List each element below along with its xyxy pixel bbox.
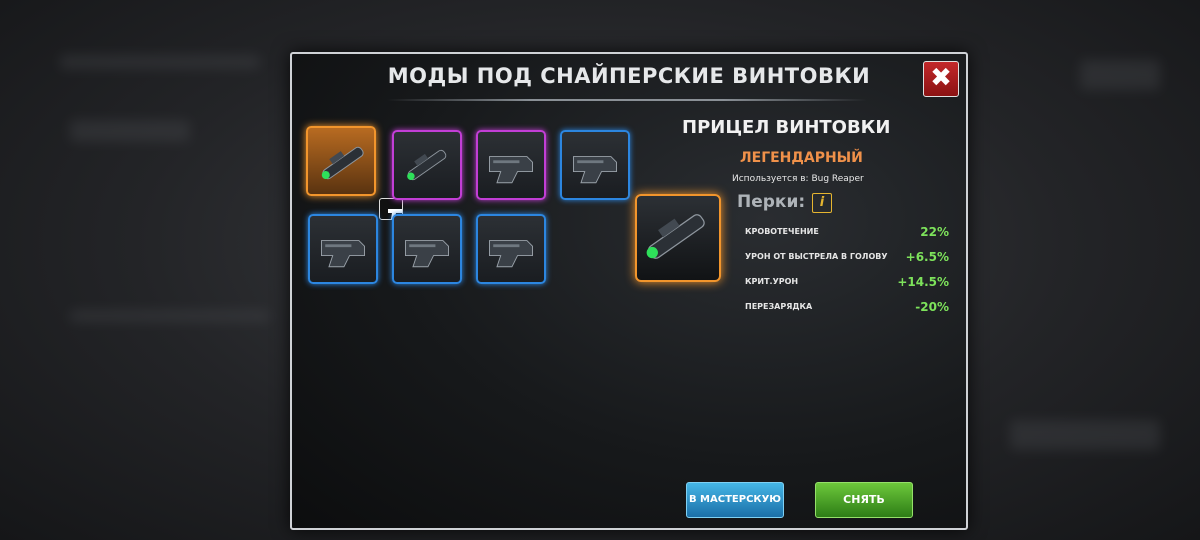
perk-label: КРОВОТЕЧЕНИЕ (745, 227, 819, 236)
background-blur (60, 55, 260, 69)
remove-button[interactable]: СНЯТЬ (815, 482, 913, 518)
mod-slot-5[interactable] (308, 214, 378, 284)
used-in-text: Используется в: Bug Reaper (732, 174, 864, 184)
workshop-button[interactable]: В МАСТЕРСКУЮ (686, 482, 784, 518)
background-blur (70, 120, 190, 142)
perk-row: ПЕРЕЗАРЯДКА -20% (739, 297, 955, 319)
perks-label: Перки: (737, 192, 806, 212)
perk-value: -20% (915, 300, 949, 314)
mod-slot-1[interactable] (306, 126, 403, 220)
scope-icon (407, 149, 447, 181)
perk-row: КРИТ.УРОН +14.5% (739, 272, 955, 294)
dialog-title: МОДЫ ПОД СНАЙПЕРСКИЕ ВИНТОВКИ (387, 64, 871, 88)
info-icon[interactable]: i (812, 193, 832, 213)
perk-row: УРОН ОТ ВЫСТРЕЛА В ГОЛОВУ +6.5% (739, 247, 955, 269)
perk-value: +6.5% (905, 250, 949, 264)
perk-label: КРИТ.УРОН (745, 277, 799, 286)
close-button[interactable]: ✖ (923, 61, 959, 97)
mod-slot-4[interactable] (560, 130, 630, 200)
background-blur (1010, 420, 1160, 450)
stock-icon (573, 156, 617, 184)
perk-label: ПЕРЕЗАРЯДКА (745, 302, 813, 311)
title-divider (387, 99, 867, 101)
mod-slot-3[interactable] (476, 130, 546, 200)
stock-icon (489, 240, 533, 268)
perk-row: КРОВОТЕЧЕНИЕ 22% (739, 222, 955, 244)
close-x-icon: ✖ (930, 63, 952, 93)
stock-icon (489, 156, 533, 184)
selected-item-preview (635, 194, 721, 282)
stock-icon (405, 240, 449, 268)
background-blur (1080, 60, 1160, 90)
background-blur (70, 310, 270, 322)
mod-slot-7[interactable] (476, 214, 546, 284)
perk-value: 22% (920, 225, 949, 239)
scope-icon (321, 146, 364, 180)
stock-icon (321, 240, 365, 268)
item-rarity: ЛЕГЕНДАРНЫЙ (740, 150, 863, 166)
perk-value: +14.5% (897, 275, 949, 289)
scope-icon (646, 214, 705, 259)
sniper-mods-dialog: МОДЫ ПОД СНАЙПЕРСКИЕ ВИНТОВКИ ✖ ПРИЦЕЛ В… (290, 52, 968, 530)
perk-label: УРОН ОТ ВЫСТРЕЛА В ГОЛОВУ (745, 252, 888, 261)
mod-slot-6[interactable] (392, 214, 462, 284)
item-name: ПРИЦЕЛ ВИНТОВКИ (682, 117, 891, 138)
mod-slot-2[interactable] (392, 130, 462, 200)
